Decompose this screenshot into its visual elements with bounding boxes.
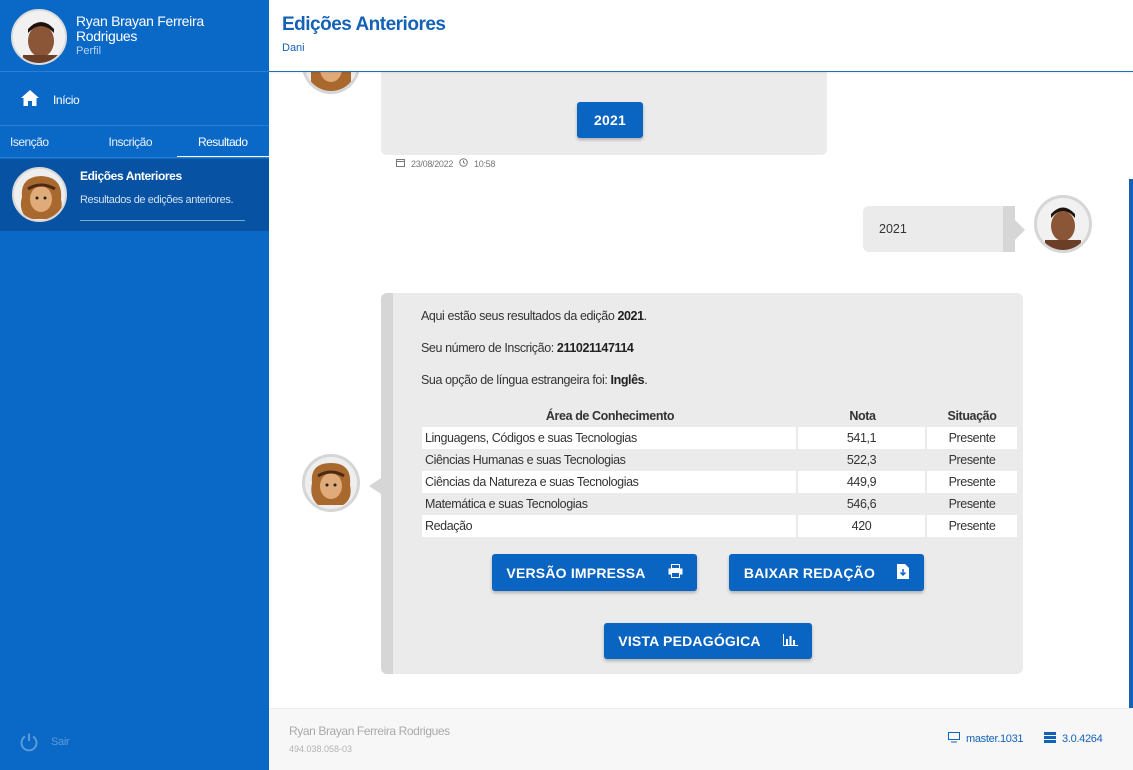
menu-item-divider [80, 220, 245, 221]
language-value: Inglês [610, 373, 645, 387]
cell-situacao: Presente [927, 515, 1017, 537]
cell-area: Redação [422, 515, 798, 537]
sidebar-item-edicoes-anteriores[interactable]: Edições Anteriores Resultados de edições… [0, 159, 269, 231]
bot-avatar [12, 167, 67, 222]
cell-situacao: Presente [927, 493, 1017, 515]
cell-area: Matemática e suas Tecnologias [422, 493, 798, 515]
bot-bubble-tail [369, 478, 381, 494]
bar-chart-icon [782, 633, 798, 649]
printer-icon [668, 564, 683, 581]
monitor-icon [948, 732, 960, 746]
home-nav-item[interactable]: Início [0, 72, 269, 126]
bot-message-bubble: 2021 [381, 72, 827, 155]
footer-user-name: Ryan Brayan Ferreira Rodrigues [289, 724, 450, 738]
footer-user-cpf: 494.038.058-03 [289, 744, 353, 754]
profile-link[interactable]: Perfil [76, 45, 101, 57]
user-message-text: 2021 [879, 222, 907, 236]
cell-situacao: Presente [927, 471, 1017, 493]
sidebar: Ryan Brayan Ferreira Rodrigues Perfil In… [0, 0, 269, 770]
header-nota: Nota [849, 409, 876, 423]
cell-area: Ciências Humanas e suas Tecnologias [422, 449, 798, 471]
cell-nota: 449,9 [798, 471, 927, 493]
sidebar-tabs: Isenção Inscrição Resultado [0, 126, 269, 158]
logout-label: Sair [51, 736, 70, 748]
version-info: 3.0.4264 [1044, 732, 1103, 746]
page-header: Edições Anteriores Dani [269, 0, 1133, 72]
table-row: Linguagens, Códigos e suas Tecnologias 5… [422, 427, 1017, 449]
table-row: Ciências da Natureza e suas Tecnologias … [422, 471, 1017, 493]
cell-nota: 546,6 [798, 493, 927, 515]
version-value: 3.0.4264 [1062, 733, 1103, 745]
cell-situacao: Presente [927, 449, 1017, 471]
result-language-line: Sua opção de língua estrangeira foi: Ing… [421, 373, 648, 387]
branch-value: master.1031 [966, 733, 1024, 745]
cell-nota: 522,3 [798, 449, 927, 471]
header-area: Área de Conhecimento [545, 409, 675, 423]
result-bubble: Aqui estão seus resultados da edição 202… [381, 293, 1023, 674]
edition-2021-button[interactable]: 2021 [577, 102, 643, 138]
chat-area[interactable]: 2021 23/08/2022 10:58 2021 Aqui estão se… [269, 72, 1133, 708]
cell-nota: 420 [798, 515, 927, 537]
download-essay-button[interactable]: BAIXAR REDAÇÃO [729, 554, 924, 591]
registration-number: 211021147114 [556, 341, 634, 355]
clock-icon [459, 158, 468, 169]
bot-avatar [302, 72, 360, 94]
menu-item-title: Edições Anteriores [80, 169, 182, 183]
calendar-icon [396, 158, 405, 169]
result-edition-line: Aqui estão seus resultados da edição 202… [421, 309, 647, 323]
menu-item-description: Resultados de edições anteriores. [80, 194, 234, 206]
cell-area: Linguagens, Códigos e suas Tecnologias [422, 427, 798, 449]
results-table: Área de Conhecimento Nota Situação Lingu… [422, 405, 1017, 537]
table-row: Ciências Humanas e suas Tecnologias 522,… [422, 449, 1017, 471]
cell-nota: 541,1 [798, 427, 927, 449]
user-message-bubble: 2021 [863, 206, 1015, 252]
server-icon [1044, 732, 1056, 746]
page-subtitle: Dani [282, 42, 305, 54]
bot-avatar-result [302, 454, 360, 512]
user-avatar-chat [1034, 195, 1092, 253]
home-icon [20, 89, 40, 112]
table-header: Área de Conhecimento Nota Situação [422, 405, 1017, 427]
table-row: Matemática e suas Tecnologias 546,6 Pres… [422, 493, 1017, 515]
message-meta: 23/08/2022 10:58 [396, 158, 495, 169]
scrollbar[interactable] [1129, 179, 1133, 708]
message-date: 23/08/2022 [411, 158, 454, 169]
edition-value: 2021 [617, 309, 644, 323]
logout-button[interactable]: Sair [0, 714, 269, 770]
result-registration-line: Seu número de Inscrição: 211021147114 [421, 341, 634, 355]
cell-area: Ciências da Natureza e suas Tecnologias [422, 471, 798, 493]
page-title: Edições Anteriores [282, 14, 446, 35]
pedagogic-view-label: VISTA PEDAGÓGICA [618, 633, 761, 649]
user-name: Ryan Brayan Ferreira Rodrigues [76, 13, 204, 44]
tabs-divider [0, 157, 269, 158]
pedagogic-view-button[interactable]: VISTA PEDAGÓGICA [604, 623, 812, 659]
tab-resultado[interactable]: Resultado [176, 126, 269, 158]
download-essay-label: BAIXAR REDAÇÃO [743, 564, 876, 581]
print-version-label: VERSÃO IMPRESSA [506, 564, 646, 581]
file-download-icon [897, 563, 910, 582]
home-label: Início [53, 93, 80, 107]
tab-isencao[interactable]: Isenção [0, 126, 84, 158]
cell-situacao: Presente [927, 427, 1017, 449]
profile-header[interactable]: Ryan Brayan Ferreira Rodrigues Perfil [0, 0, 269, 72]
branch-info: master.1031 [948, 732, 1024, 746]
tab-inscricao[interactable]: Inscrição [84, 126, 177, 158]
header-situacao: Situação [947, 409, 997, 423]
user-avatar[interactable] [11, 9, 67, 65]
user-bubble-tail [1015, 220, 1025, 240]
power-icon [19, 732, 39, 757]
footer: Ryan Brayan Ferreira Rodrigues 494.038.0… [269, 708, 1133, 770]
message-time: 10:58 [474, 158, 496, 169]
print-version-button[interactable]: VERSÃO IMPRESSA [492, 554, 697, 591]
table-row: Redação 420 Presente [422, 515, 1017, 537]
edition-2021-label: 2021 [594, 112, 626, 128]
